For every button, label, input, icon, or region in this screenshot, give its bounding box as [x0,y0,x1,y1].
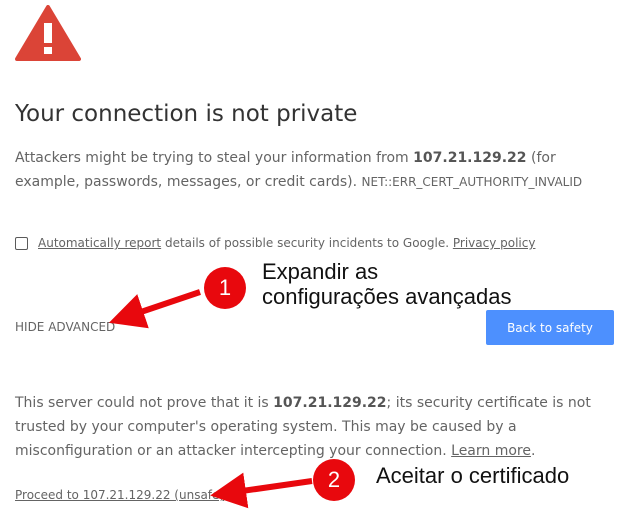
annotation-text-2: Aceitar o certificado [376,463,570,488]
learn-more-link[interactable]: Learn more [451,443,531,459]
hide-advanced-link[interactable]: HIDE ADVANCED [15,320,115,334]
advanced-host-name: 107.21.129.22 [273,395,387,411]
report-text: details of possible security incidents t… [161,236,453,250]
advanced-text: This server could not prove that it is [15,395,274,411]
intro-text: Attackers might be trying to steal your … [15,150,414,166]
report-checkbox[interactable] [15,236,28,250]
annotation-arrow-2 [210,472,313,509]
annotation-text-1: Expandir as configurações avançadas [262,259,512,309]
privacy-policy-link[interactable]: Privacy policy [453,236,536,250]
intro-message: Attackers might be trying to steal your … [15,146,615,194]
automatically-report-link[interactable]: Automatically report [38,236,161,250]
back-to-safety-button[interactable]: Back to safety [486,310,614,345]
advanced-period: . [530,443,536,459]
annotation-number-1: 1 [204,267,246,309]
proceed-unsafe-link[interactable]: Proceed to 107.21.129.22 (unsafe) [15,488,224,502]
advanced-details: This server could not prove that it is 1… [15,391,615,463]
annotation-number-2: 2 [313,459,355,501]
report-option: Automatically report details of possible… [15,236,535,250]
page-title: Your connection is not private [15,101,358,127]
error-code: NET::ERR_CERT_AUTHORITY_INVALID [361,175,583,189]
annotation-arrow-1 [108,289,201,329]
annotation-text-1-line1: Expandir as [262,259,379,284]
warning-triangle-icon [15,5,81,61]
host-name: 107.21.129.22 [413,150,527,166]
annotation-text-1-line2: configurações avançadas [262,284,512,309]
